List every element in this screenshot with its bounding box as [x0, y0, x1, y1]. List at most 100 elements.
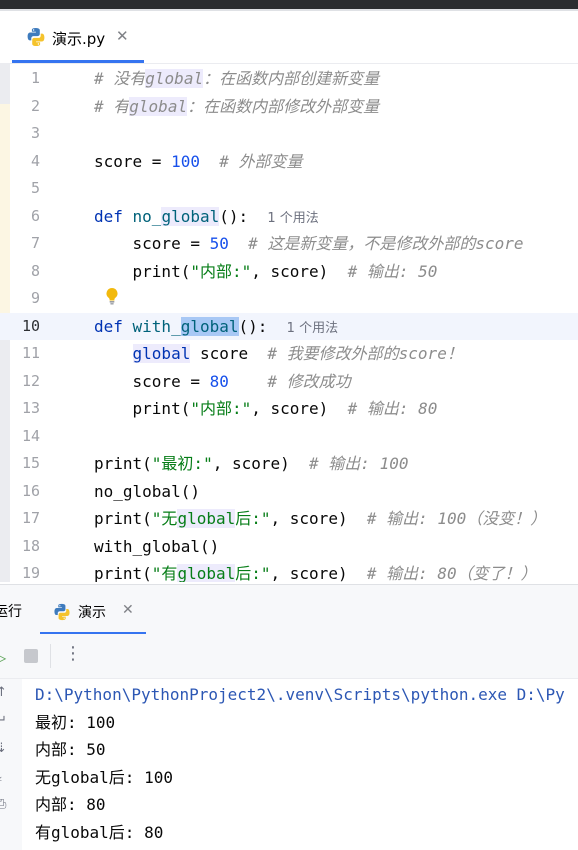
soft-wrap-icon[interactable]: ↵: [0, 713, 7, 728]
code-token: # 输出: 50: [347, 261, 438, 281]
code-text: def no_global(): 1 个用法: [94, 203, 319, 233]
code-token: 1 个用法: [286, 320, 339, 336]
code-text: score = 80 # 修改成功: [94, 368, 351, 396]
code-line[interactable]: 10 def with_global(): 1 个用法: [0, 312, 578, 343]
line-number: 10: [21, 316, 40, 335]
console-output-line: 有global后: 80: [35, 822, 164, 842]
run-tool-window-header: 运行 演示 ✕: [0, 584, 578, 635]
run-console[interactable]: ↑ ↵ ⇣ ⤓ ⎙ D:\Python\PythonProject2\.venv…: [0, 679, 578, 850]
close-tab-icon[interactable]: ✕: [116, 27, 129, 45]
run-tab[interactable]: 演示 ✕: [40, 591, 146, 635]
line-number: 12: [21, 371, 40, 390]
code-token: "最初:": [151, 454, 213, 473]
code-token: score: [190, 344, 268, 363]
line-number: 6: [30, 206, 40, 225]
code-line[interactable]: 18 with_global(): [0, 533, 578, 561]
code-token: # 输出: 100（没变！）: [366, 509, 547, 528]
code-line[interactable]: 5: [0, 175, 578, 203]
code-token: "内部:": [190, 261, 252, 281]
line-number: 8: [30, 261, 40, 280]
print-icon[interactable]: ⎙: [0, 797, 6, 812]
line-number: 17: [21, 509, 40, 527]
code-line[interactable]: 13 print("内部:", score) # 输出: 80: [0, 395, 578, 423]
editor-tab-title: 演示.py: [52, 30, 106, 48]
code-token: global: [161, 206, 220, 226]
code-line[interactable]: 11 global score # 我要修改外部的score！: [0, 340, 578, 368]
code-token: no_: [132, 206, 162, 226]
line-number: 3: [30, 124, 40, 142]
editor-tab-bar: 演示.py ✕: [0, 11, 578, 64]
code-token: 1 个用法: [267, 210, 319, 226]
code-text: score = 100 # 外部变量: [94, 148, 303, 176]
code-text: no_global(): [94, 478, 200, 506]
code-text: print("内部:", score) # 输出: 50: [94, 258, 438, 286]
stop-icon[interactable]: [24, 649, 38, 663]
code-line[interactable]: 17 print("无global后:", score) # 输出: 100（没变…: [0, 505, 578, 533]
lightbulb-icon[interactable]: [104, 287, 120, 305]
code-token: no_global(): [94, 481, 200, 501]
code-token: 80: [209, 371, 229, 391]
code-line[interactable]: 7 score = 50 # 这是新变量，不是修改外部的score: [0, 230, 578, 258]
scroll-to-end-icon[interactable]: ⇣: [0, 741, 7, 756]
close-run-tab-icon[interactable]: ✕: [122, 602, 134, 618]
code-line[interactable]: 14: [0, 423, 578, 451]
line-number: 15: [21, 454, 40, 472]
up-arrow-icon[interactable]: ↑: [0, 685, 7, 700]
console-output-line: 内部: 80: [35, 795, 106, 814]
download-icon[interactable]: ⤓: [0, 769, 2, 784]
code-line[interactable]: 15 print("最初:", score) # 输出: 100: [0, 450, 578, 478]
code-token: 后:": [235, 509, 271, 528]
code-token: score =: [94, 371, 210, 391]
code-token: score =: [94, 234, 210, 253]
code-token: 后:": [235, 564, 271, 582]
code-token: # 这是新变量，不是修改外部的score: [248, 234, 524, 253]
code-line[interactable]: 8 print("内部:", score) # 输出: 50: [0, 258, 578, 286]
code-token: # 外部变量: [219, 151, 303, 171]
code-token: global: [180, 316, 239, 336]
code-line[interactable]: 9: [0, 285, 578, 313]
code-token: ():: [238, 316, 287, 336]
rerun-icon[interactable]: ▷: [0, 648, 6, 667]
code-line[interactable]: 16 no_global(): [0, 478, 578, 506]
code-token: 50: [209, 234, 229, 253]
code-text: global score # 我要修改外部的score！: [94, 340, 463, 368]
console-output-line: 最初: 100: [35, 712, 116, 732]
window-top-strip: [0, 0, 578, 11]
code-line[interactable]: 4 score = 100 # 外部变量: [0, 148, 578, 176]
code-text: # 有global：在函数内部修改外部变量: [94, 93, 379, 121]
code-line[interactable]: 1 # 没有global：在函数内部创建新变量: [0, 65, 578, 93]
code-text: def with_global(): 1 个用法: [94, 313, 338, 343]
line-number: 7: [30, 234, 40, 252]
code-text: print("内部:", score) # 输出: 80: [94, 395, 438, 423]
code-token: "无: [151, 509, 178, 528]
line-number: 5: [30, 179, 40, 197]
code-line[interactable]: 3: [0, 120, 578, 148]
run-window-label[interactable]: 运行: [0, 601, 22, 621]
code-token: ：在函数内部修改外部变量: [187, 96, 380, 116]
code-token: # 输出: 80（变了！）: [366, 564, 537, 582]
code-token: 100: [171, 151, 200, 171]
code-line[interactable]: 12 score = 80 # 修改成功: [0, 368, 578, 396]
code-editor[interactable]: 1 # 没有global：在函数内部创建新变量 2 # 有global：在函数内部修改…: [0, 64, 578, 582]
code-token: # 修改成功: [267, 371, 351, 391]
active-tab-indicator: [12, 60, 144, 63]
code-token: # 输出: 100: [309, 454, 409, 473]
code-text: print("有global后:", score) # 输出: 80（变了！）: [94, 560, 537, 582]
code-line[interactable]: 19 print("有global后:", score) # 输出: 80（变了！…: [0, 560, 578, 582]
editor-tab[interactable]: 演示.py ✕: [12, 11, 144, 63]
code-token: , score): [270, 564, 367, 582]
more-options-icon[interactable]: ⋮: [64, 643, 82, 664]
line-number: 2: [30, 96, 40, 115]
code-text: print("无global后:", score) # 输出: 100（没变！）: [94, 505, 546, 533]
line-number: 9: [30, 289, 40, 307]
code-token: , score): [212, 454, 310, 473]
line-number: 1: [30, 69, 40, 87]
python-icon: [54, 603, 70, 621]
code-line[interactable]: 2 # 有global：在函数内部修改外部变量: [0, 93, 578, 121]
code-token: # 没有: [94, 69, 146, 88]
code-token: score =: [94, 151, 172, 171]
code-token: # 有: [94, 96, 130, 116]
code-line[interactable]: 6 def no_global(): 1 个用法: [0, 203, 578, 231]
